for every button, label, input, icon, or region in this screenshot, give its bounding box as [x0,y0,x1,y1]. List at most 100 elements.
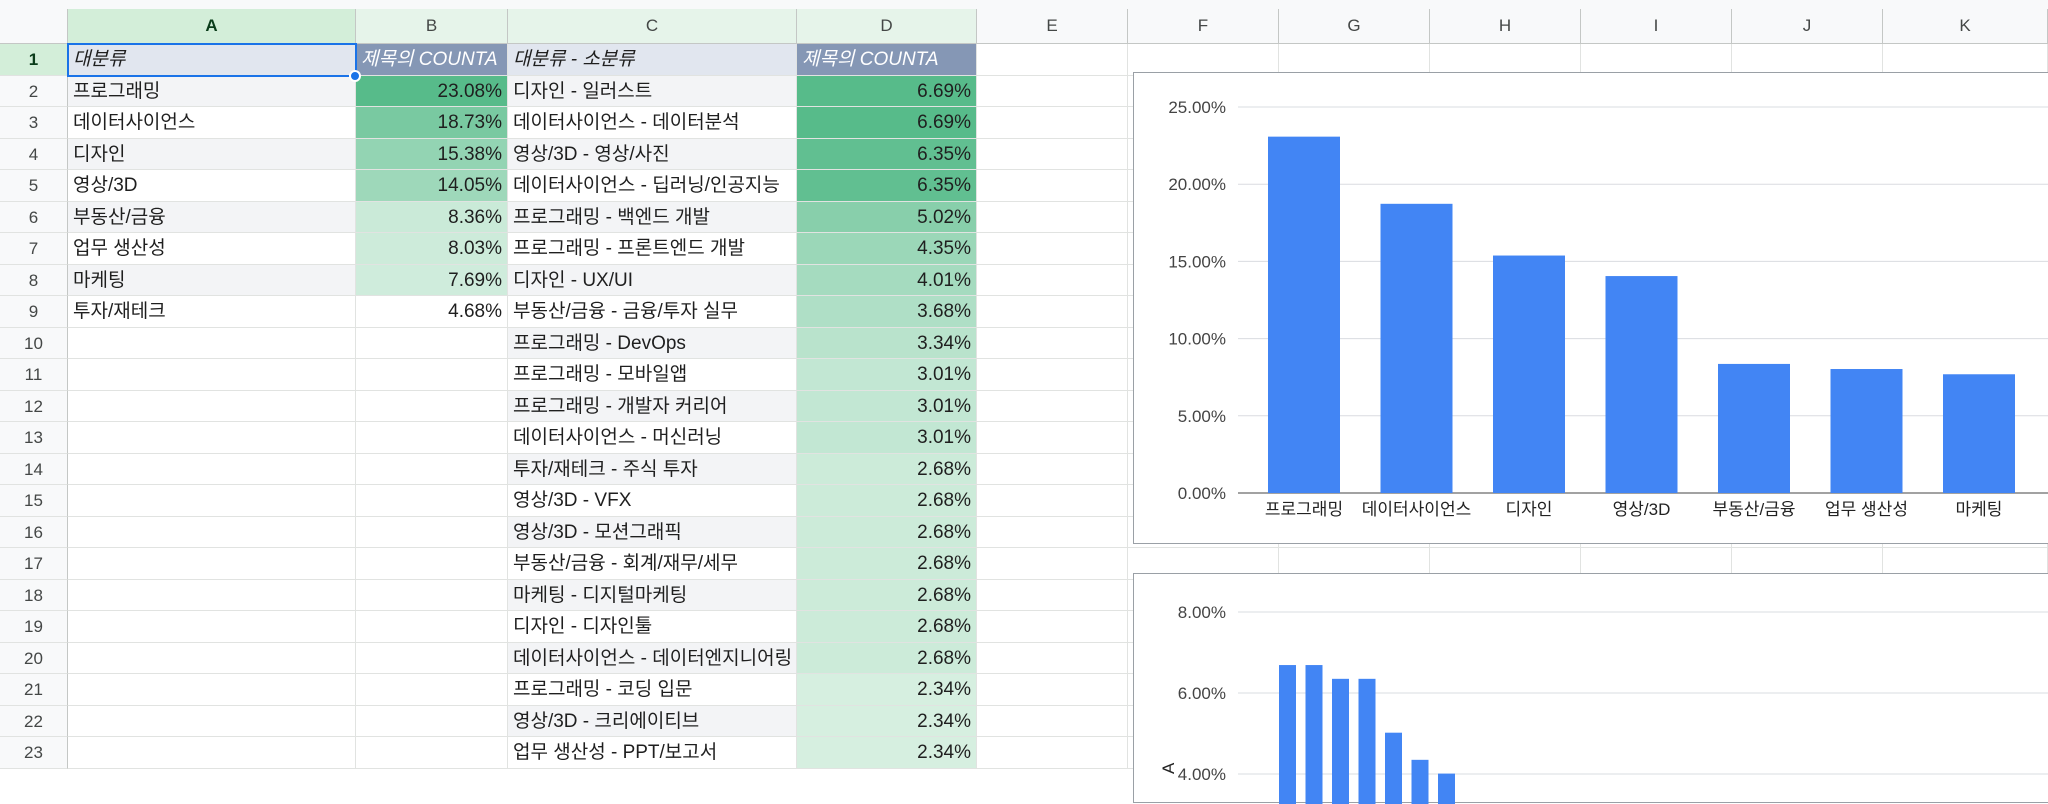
empty-cell[interactable] [356,485,508,517]
subcount-cell[interactable]: 2.68% [797,548,977,580]
empty-cell[interactable] [356,453,508,485]
empty-cell[interactable] [1581,44,1732,76]
bar[interactable] [1830,369,1903,493]
empty-cell[interactable] [356,642,508,674]
column-header-e[interactable]: E [977,9,1128,44]
empty-cell[interactable] [977,327,1128,359]
row-header-16[interactable]: 16 [0,516,68,548]
column-header-f[interactable]: F [1128,9,1279,44]
subcategory-cell[interactable]: 영상/3D - 크리에이티브 [508,705,797,737]
row-header-7[interactable]: 7 [0,233,68,265]
header-cell-a[interactable]: 대분류 [68,44,356,76]
subcategory-cell[interactable]: 디자인 - UX/UI [508,264,797,296]
empty-cell[interactable] [68,737,356,769]
empty-cell[interactable] [977,138,1128,170]
empty-cell[interactable] [68,390,356,422]
column-header-d[interactable]: D [797,9,977,44]
bar[interactable] [1332,678,1349,804]
bar[interactable] [1268,136,1340,493]
bar[interactable] [1718,363,1790,493]
category-cell[interactable]: 디자인 [68,138,356,170]
row-header-21[interactable]: 21 [0,674,68,706]
spreadsheet-grid[interactable]: A B C D E F G H I J K 1 2 3 4 5 6 7 8 9 10 11 12 13 14 15 16 17 18 19… [0,0,2048,804]
empty-cell[interactable] [1430,44,1581,76]
row-header-18[interactable]: 18 [0,579,68,611]
bar[interactable] [1358,678,1376,804]
subcount-cell[interactable]: 2.68% [797,642,977,674]
empty-cell[interactable] [977,453,1128,485]
empty-cell[interactable] [356,390,508,422]
column-header-c[interactable]: C [508,9,797,44]
empty-cell[interactable] [68,674,356,706]
empty-cell[interactable] [977,611,1128,643]
empty-cell[interactable] [977,642,1128,674]
subcount-cell[interactable]: 4.01% [797,264,977,296]
count-cell[interactable]: 4.68% [356,296,508,328]
subcategory-cell[interactable]: 프로그래밍 - 개발자 커리어 [508,390,797,422]
subcategory-cell[interactable]: 영상/3D - 모션그래픽 [508,516,797,548]
empty-cell[interactable] [977,674,1128,706]
empty-cell[interactable] [356,422,508,454]
row-header-14[interactable]: 14 [0,453,68,485]
row-header-19[interactable]: 19 [0,611,68,643]
subcount-cell[interactable]: 2.34% [797,674,977,706]
empty-cell[interactable] [356,705,508,737]
empty-cell[interactable] [977,422,1128,454]
empty-cell[interactable] [68,327,356,359]
empty-cell[interactable] [977,44,1128,76]
subcount-cell[interactable]: 6.69% [797,107,977,139]
bar-chart-main[interactable]: 0.00% 5.00% 10.00% 15.00% 20.00% 25.00% 프로그래밍 데… [1133,72,2048,544]
empty-cell[interactable] [356,516,508,548]
subcategory-cell[interactable]: 디자인 - 일러스트 [508,75,797,107]
category-cell[interactable]: 업무 생산성 [68,233,356,265]
row-header-6[interactable]: 6 [0,201,68,233]
bar[interactable] [1411,759,1429,804]
bar[interactable] [1305,665,1323,804]
empty-cell[interactable] [356,359,508,391]
column-header-b[interactable]: B [356,9,508,44]
bar[interactable] [1493,255,1565,493]
empty-cell[interactable] [356,737,508,769]
bar[interactable] [1605,276,1678,493]
header-cell-b[interactable]: 제목의 COUNTA [356,44,508,76]
subcategory-cell[interactable]: 프로그래밍 - 코딩 입문 [508,674,797,706]
subcategory-cell[interactable]: 투자/재테크 - 주식 투자 [508,453,797,485]
row-header-20[interactable]: 20 [0,642,68,674]
column-header-h[interactable]: H [1430,9,1581,44]
subcount-cell[interactable]: 2.34% [797,737,977,769]
subcount-cell[interactable]: 3.68% [797,296,977,328]
row-header-1[interactable]: 1 [0,44,68,76]
empty-cell[interactable] [1279,44,1430,76]
row-header-23[interactable]: 23 [0,737,68,769]
row-header-8[interactable]: 8 [0,264,68,296]
subcount-cell[interactable]: 3.01% [797,422,977,454]
row-header-10[interactable]: 10 [0,327,68,359]
empty-cell[interactable] [977,75,1128,107]
subcategory-cell[interactable]: 부동산/금융 - 금융/투자 실무 [508,296,797,328]
empty-cell[interactable] [977,359,1128,391]
row-header-5[interactable]: 5 [0,170,68,202]
count-cell[interactable]: 23.08% [356,75,508,107]
empty-cell[interactable] [977,107,1128,139]
category-cell[interactable]: 부동산/금융 [68,201,356,233]
empty-cell[interactable] [68,611,356,643]
category-cell[interactable]: 투자/재테크 [68,296,356,328]
empty-cell[interactable] [977,233,1128,265]
header-cell-c[interactable]: 대분류 - 소분류 [508,44,797,76]
empty-cell[interactable] [356,548,508,580]
empty-cell[interactable] [977,737,1128,769]
subcount-cell[interactable]: 2.68% [797,485,977,517]
category-cell[interactable]: 프로그래밍 [68,75,356,107]
subcount-cell[interactable]: 3.01% [797,390,977,422]
empty-cell[interactable] [68,579,356,611]
empty-cell[interactable] [977,579,1128,611]
subcount-cell[interactable]: 3.01% [797,359,977,391]
row-header-4[interactable]: 4 [0,138,68,170]
empty-cell[interactable] [68,642,356,674]
empty-cell[interactable] [1128,44,1279,76]
count-cell[interactable]: 18.73% [356,107,508,139]
subcount-cell[interactable]: 2.68% [797,516,977,548]
empty-cell[interactable] [977,705,1128,737]
count-cell[interactable]: 14.05% [356,170,508,202]
empty-cell[interactable] [977,516,1128,548]
